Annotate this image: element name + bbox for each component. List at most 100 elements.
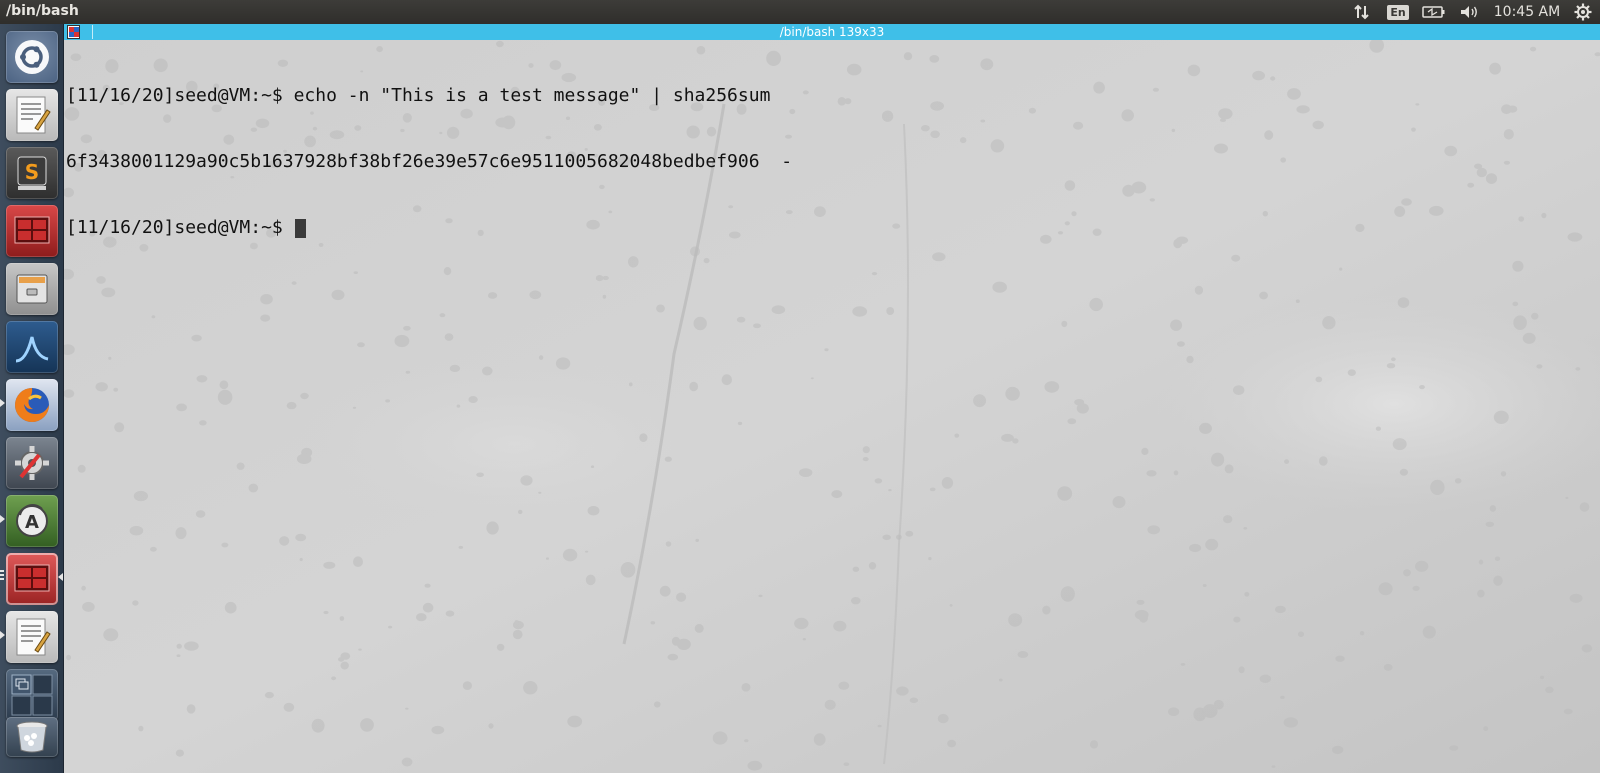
rain-drop [1375,426,1381,431]
rain-drop [590,465,595,469]
rain-drop [1211,452,1225,467]
rain-drop [1175,236,1189,244]
terminal-active-icon[interactable] [6,553,58,605]
rain-drop [529,290,542,300]
rain-drop [1214,143,1228,154]
rain-drop [555,357,571,370]
rain-drop [799,468,813,477]
rain-drop [712,731,728,745]
sublime-text-icon[interactable]: S [6,147,58,199]
network-icon[interactable] [1344,0,1380,24]
rain-drop [103,628,119,642]
rain-drop [737,421,743,426]
rain-drop [629,382,633,387]
rain-drop [1312,120,1324,130]
running-indicator [0,399,5,407]
rain-drop [224,601,237,614]
rain-drop [654,701,661,708]
files-icon[interactable] [6,263,58,315]
rain-drop [1057,486,1073,501]
terminal-titlebar[interactable]: /bin/bash 139x33 [64,24,1600,40]
rain-drop [1008,613,1023,627]
rain-drop [283,702,295,712]
rain-drop [295,533,307,542]
rain-drop [1149,198,1156,202]
rain-drop [1518,216,1525,222]
rain-drop [1513,315,1527,331]
rain-drop [221,542,229,548]
rain-drop [1541,212,1547,219]
rain-drop [456,404,461,408]
rain-drop [77,464,86,473]
text-editor-2-icon[interactable] [6,611,58,663]
rain-drop [862,446,870,454]
rain-drop [199,420,207,426]
software-updater-icon[interactable]: A [6,495,58,547]
rain-drop [114,422,125,433]
rain-drop [286,401,297,410]
rain-drop [1001,433,1014,442]
rain-drop [1067,418,1077,425]
rain-drop [1274,605,1286,614]
rain-drop [877,724,882,728]
terminal-line-output: 6f3438001129a90c5b1637928bf38bf26e39e57c… [66,151,793,172]
rain-drop [439,313,446,318]
wireshark-icon[interactable] [6,321,58,373]
rain-drop [151,315,156,319]
volume-icon[interactable] [1452,0,1488,24]
rain-drop [585,550,589,553]
settings-gear-icon[interactable] [1566,0,1600,24]
rain-drop [874,478,883,484]
trash-icon[interactable] [6,717,58,757]
rain-drop [1152,87,1159,92]
rain-drop [422,602,434,613]
rain-drop [1218,108,1233,120]
ubuntu-dash-icon[interactable] [6,31,58,83]
rain-drop [1575,367,1581,371]
system-settings-icon[interactable] [6,437,58,489]
terminal-title: /bin/bash 139x33 [779,25,885,39]
rain-drop [937,713,949,724]
terminal-icon[interactable] [6,205,58,257]
rain-drop [1454,478,1462,484]
rain-drop [824,348,829,352]
rain-drop [1223,515,1233,524]
rain-drop [1540,675,1545,680]
rain-drop [667,653,679,661]
rain-drop [929,487,936,492]
workspace-switcher-icon[interactable] [6,669,58,721]
rain-drop [771,305,786,315]
rain-drop [219,380,229,390]
text-editor-icon[interactable] [6,89,58,141]
terminal-prompt-line[interactable]: [11/16/20]seed@VM:~$ [66,217,792,239]
terminal-window[interactable]: /bin/bash 139x33 [11/16/20]seed@VM:~$ ec… [64,24,1600,773]
rain-drop [960,137,967,144]
rain-drop [424,583,431,588]
rain-drop [620,562,636,578]
rain-drop [1489,62,1501,75]
rain-drop [1565,496,1569,499]
firefox-icon[interactable] [6,379,58,431]
keyboard-lang-indicator[interactable]: En [1380,0,1416,24]
rain-drop [82,601,95,612]
indicator-area: En 10:45 AM [1344,0,1600,24]
rain-drop [721,374,732,386]
rain-drop [753,323,761,329]
rain-drop [1264,130,1274,140]
clock[interactable]: 10:45 AM [1488,0,1566,24]
rain-drop [1089,740,1099,749]
rain-drop [1092,228,1102,236]
rain-drop [1073,121,1084,130]
rain-drop [998,678,1003,682]
launcher: S A [0,24,64,773]
terminal-output[interactable]: [11/16/20]seed@VM:~$ echo -n "This is a … [66,41,792,283]
rain-drop [1252,70,1265,81]
battery-icon[interactable] [1416,0,1452,24]
rain-drop [184,641,199,651]
rain-drop [248,483,259,493]
rain-drop [824,699,836,710]
rain-drop [562,548,578,562]
rain-drop [1233,385,1245,395]
window-title: /bin/bash [6,3,79,19]
rain-drop [175,527,187,540]
